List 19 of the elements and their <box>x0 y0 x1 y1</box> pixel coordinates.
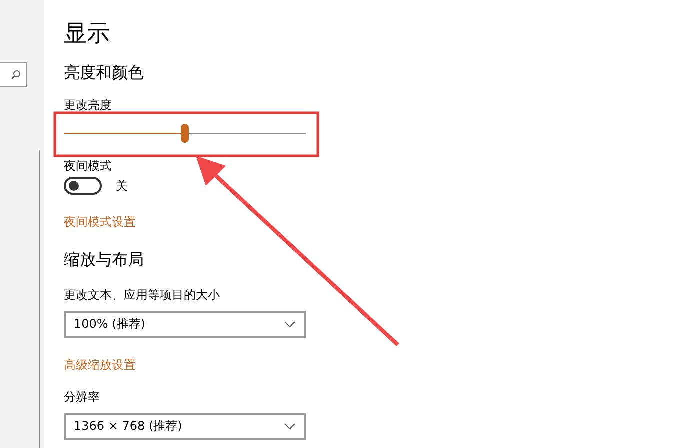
section-heading: 亮度和颜色 <box>64 62 144 84</box>
dropdown[interactable]: 100% (推荐) <box>64 311 306 338</box>
dropdown-label: 更改文本、应用等项目的大小 <box>64 287 220 303</box>
search-icon <box>11 70 21 80</box>
chevron-icon <box>284 321 296 328</box>
search-field[interactable] <box>0 62 27 87</box>
toggle-switch[interactable] <box>64 177 102 195</box>
slider-thumb[interactable] <box>181 124 189 143</box>
settings-link[interactable]: 夜间模式设置 <box>64 214 136 230</box>
slider-track[interactable] <box>64 123 306 143</box>
toggle-state: 关 <box>116 178 128 194</box>
page-title: 显示 <box>64 20 110 49</box>
section-heading: 缩放与布局 <box>64 249 144 271</box>
settings-link[interactable]: 高级缩放设置 <box>64 357 136 373</box>
chevron-icon <box>284 423 296 430</box>
dropdown[interactable]: 1366 × 768 (推荐) <box>64 413 306 440</box>
toggle-label: 夜间模式 <box>64 158 112 174</box>
dropdown-label: 分辨率 <box>64 389 100 405</box>
slider-label: 更改亮度 <box>64 97 112 113</box>
